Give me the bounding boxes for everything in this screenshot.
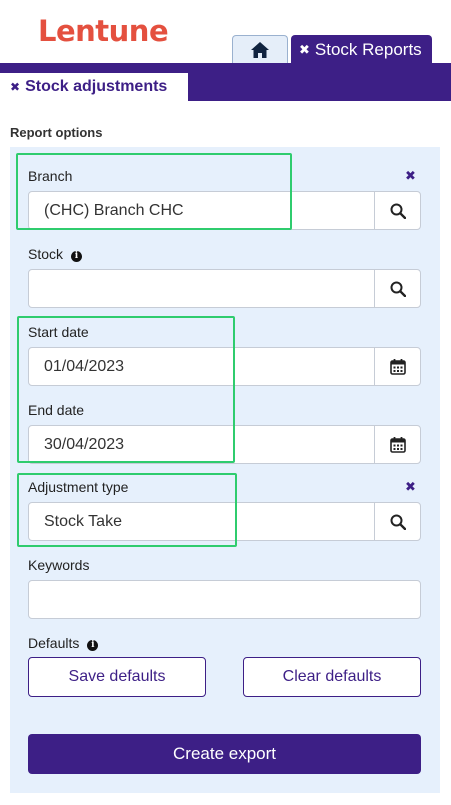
tab-stock-reports[interactable]: ✖ Stock Reports [291,35,432,64]
home-icon [251,42,269,58]
tab-stock-adjustments-label: Stock adjustments [25,78,168,95]
stock-field[interactable] [28,269,421,308]
lentune-logo: Lentune [38,14,169,48]
defaults-label-text: Defaults [28,635,80,651]
calendar-icon [389,437,406,453]
report-options-title: Report options [10,125,103,140]
close-icon[interactable]: ✖ [10,80,20,94]
branch-highlight-box [16,153,292,230]
tab-stock-adjustments[interactable]: ✖ Stock adjustments [0,73,188,101]
adjustment-type-search-button[interactable] [374,503,420,540]
branch-clear-icon[interactable]: ✖ [405,168,416,184]
branch-search-button[interactable] [374,192,420,229]
defaults-label: Defaults i [28,635,99,651]
adjustment-type-clear-icon[interactable]: ✖ [405,479,416,495]
calendar-icon [389,359,406,375]
keywords-input[interactable] [28,580,421,619]
info-icon[interactable]: i [87,640,99,651]
create-export-button[interactable]: Create export [28,734,421,774]
stock-label-text: Stock [28,246,64,262]
clear-defaults-button[interactable]: Clear defaults [243,657,421,697]
close-icon[interactable]: ✖ [299,42,310,58]
home-tab[interactable] [232,35,288,64]
stock-label: Stock i [28,246,83,262]
tab-stock-reports-label: Stock Reports [314,39,422,59]
info-icon[interactable]: i [71,251,83,262]
search-icon [390,281,406,297]
search-icon [390,514,406,530]
stock-value[interactable] [29,270,374,307]
save-defaults-button[interactable]: Save defaults [28,657,206,697]
date-range-highlight-box [17,316,235,463]
adjustment-type-highlight-box [17,473,237,547]
keywords-label: Keywords [28,557,90,573]
end-date-picker-button[interactable] [374,426,420,463]
search-icon [390,203,406,219]
start-date-picker-button[interactable] [374,348,420,385]
stock-search-button[interactable] [374,270,420,307]
keywords-value[interactable] [29,581,420,618]
